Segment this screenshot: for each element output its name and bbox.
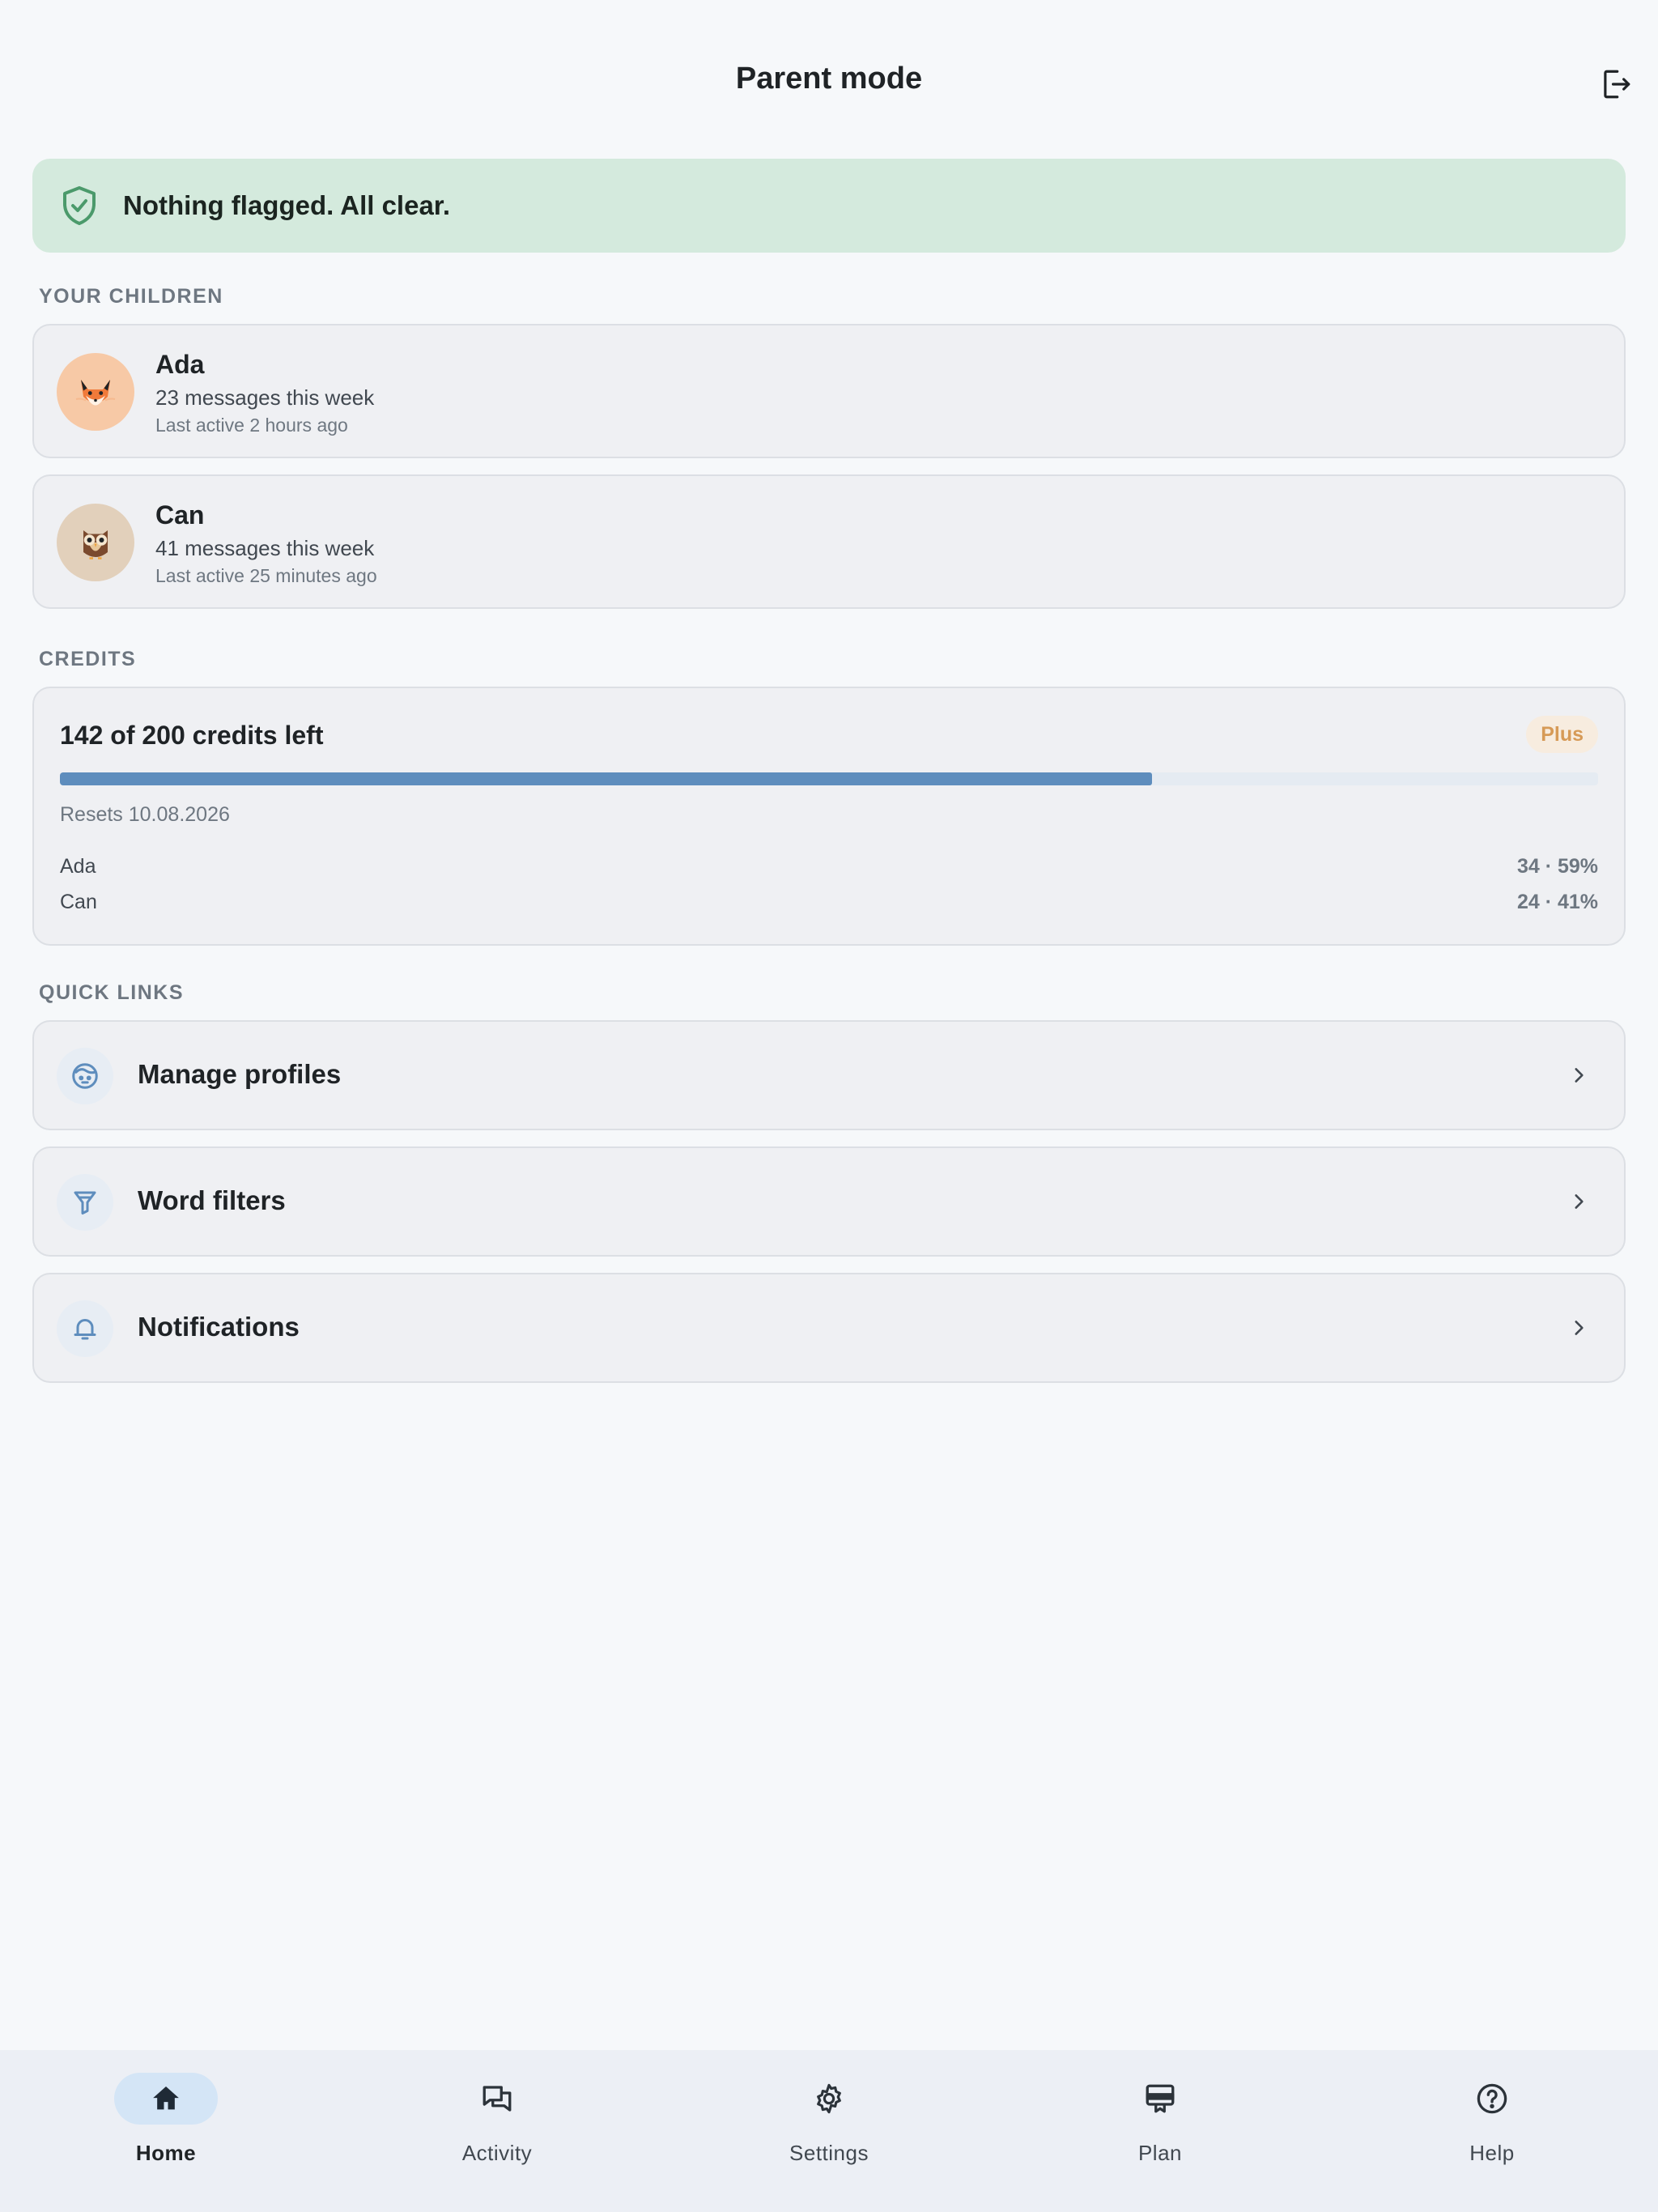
nav-icon-wrap: [445, 2073, 549, 2125]
child-messages: 41 messages this week: [155, 536, 375, 560]
child-name: Ada: [155, 350, 205, 379]
nav-active-indicator: [114, 2073, 218, 2125]
plan-icon: [1146, 2084, 1175, 2113]
link-label: Word filters: [138, 1185, 286, 1215]
usage-row-can: Can 24 · 41%: [60, 891, 1598, 918]
link-label: Manage profiles: [138, 1059, 342, 1089]
child-card-can[interactable]: Can 41 messages this week Last active 25…: [32, 474, 1626, 609]
section-label-quick-links: QUICK LINKS: [39, 981, 184, 1004]
nav-plan[interactable]: Plan: [1055, 2073, 1265, 2178]
nav-label: Help: [1469, 2141, 1515, 2165]
nav-home[interactable]: Home: [61, 2073, 271, 2178]
link-notifications[interactable]: Notifications: [32, 1273, 1626, 1383]
nav-icon-wrap: [777, 2073, 881, 2125]
status-banner-text: Nothing flagged. All clear.: [123, 190, 450, 220]
child-card-ada[interactable]: Ada 23 messages this week Last active 2 …: [32, 324, 1626, 458]
status-banner: Nothing flagged. All clear.: [32, 159, 1626, 253]
bottom-navigation: Home Activity Settings Plan Help: [0, 2050, 1658, 2212]
child-last-active: Last active 25 minutes ago: [155, 565, 377, 586]
page-title: Parent mode: [735, 62, 923, 96]
face-icon: [57, 1048, 113, 1104]
nav-help[interactable]: Help: [1387, 2073, 1597, 2178]
child-messages: 23 messages this week: [155, 385, 375, 410]
credits-progress-bar: [60, 772, 1598, 785]
usage-name: Ada: [60, 855, 96, 878]
usage-value: 24 · 41%: [1516, 891, 1598, 913]
nav-icon-wrap: [1108, 2073, 1212, 2125]
nav-label: Settings: [789, 2141, 869, 2165]
chevron-right-icon: [1564, 1313, 1593, 1342]
nav-label: Plan: [1137, 2141, 1183, 2165]
section-label-children: YOUR CHILDREN: [39, 285, 223, 308]
credits-progress-fill: [60, 772, 1152, 785]
nav-label: Home: [135, 2141, 197, 2165]
chat-icon: [483, 2086, 512, 2112]
plan-badge: Plus: [1526, 716, 1598, 753]
credits-card: 142 of 200 credits left Plus Resets 10.0…: [32, 687, 1626, 946]
logout-icon: [1604, 70, 1630, 99]
logout-button[interactable]: [1596, 65, 1635, 104]
owl-avatar: [57, 504, 134, 581]
chevron-right-icon: [1564, 1187, 1593, 1216]
usage-row-ada: Ada 34 · 59%: [60, 855, 1598, 883]
bell-icon: [57, 1300, 113, 1357]
link-word-filters[interactable]: Word filters: [32, 1146, 1626, 1257]
credits-summary: 142 of 200 credits left: [60, 721, 324, 750]
usage-name: Can: [60, 891, 97, 913]
section-label-credits: CREDITS: [39, 648, 137, 670]
chevron-right-icon: [1564, 1061, 1593, 1090]
app-header: Parent mode: [0, 0, 1658, 167]
help-icon: [1477, 2083, 1507, 2114]
link-manage-profiles[interactable]: Manage profiles: [32, 1020, 1626, 1130]
nav-label: Activity: [461, 2141, 533, 2165]
link-label: Notifications: [138, 1312, 300, 1342]
shield-check-icon: [60, 185, 99, 227]
nav-icon-wrap: [1440, 2073, 1544, 2125]
gear-icon: [817, 2083, 841, 2114]
filter-icon: [57, 1174, 113, 1231]
child-last-active: Last active 2 hours ago: [155, 415, 348, 436]
nav-activity[interactable]: Activity: [392, 2073, 602, 2178]
fox-avatar: [57, 353, 134, 431]
home-icon: [153, 2087, 179, 2110]
credits-reset-date: Resets 10.08.2026: [60, 803, 230, 826]
nav-settings[interactable]: Settings: [724, 2073, 934, 2178]
usage-value: 34 · 59%: [1516, 855, 1598, 878]
child-name: Can: [155, 500, 205, 530]
